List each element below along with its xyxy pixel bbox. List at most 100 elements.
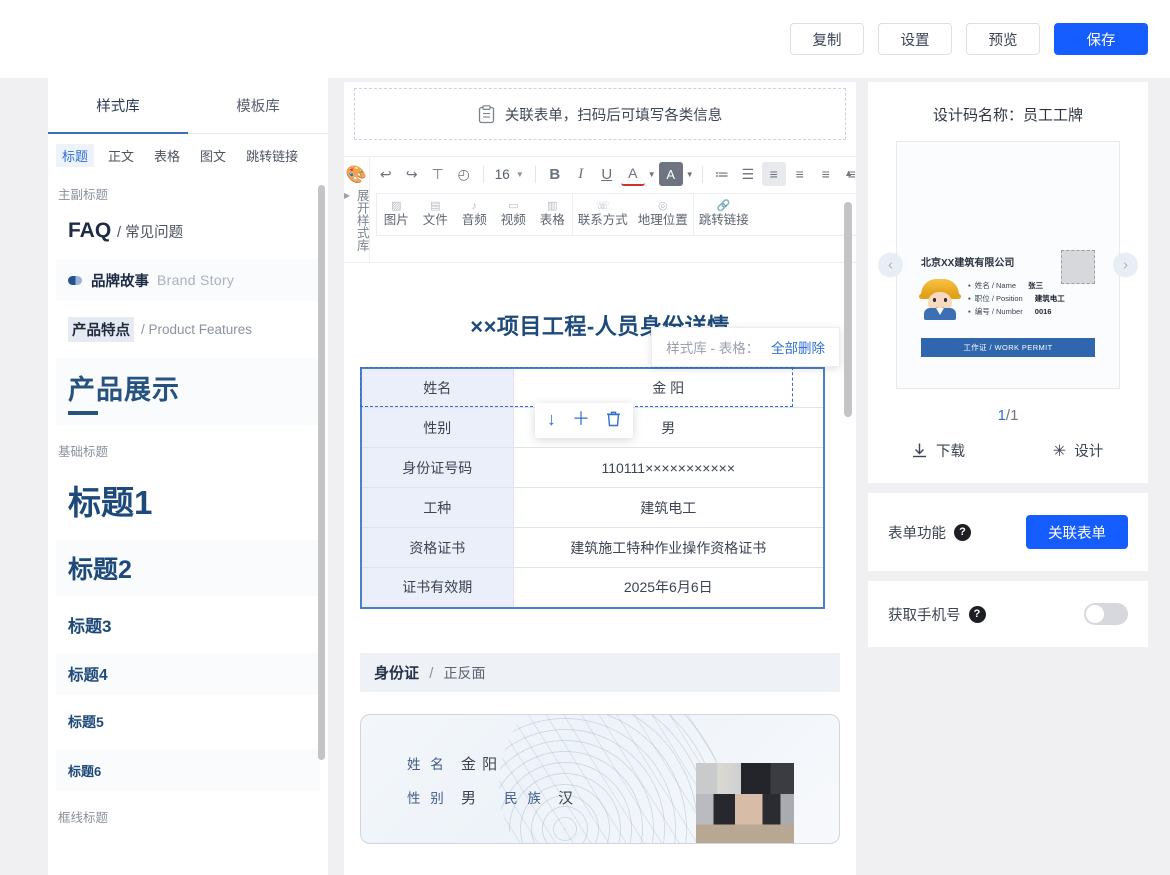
page-total: /1: [1005, 407, 1019, 424]
subtab-title[interactable]: 标题: [56, 144, 95, 167]
style-item-framed-partial[interactable]: [56, 832, 320, 874]
clear-format-icon[interactable]: ⊤: [426, 162, 450, 186]
settings-button[interactable]: 设置: [878, 23, 952, 55]
table-row[interactable]: 证书有效期 2025年6月6日: [360, 567, 825, 608]
table-cell-value[interactable]: 建筑电工: [512, 487, 825, 528]
highlight-color-icon[interactable]: A: [658, 162, 683, 186]
table-row[interactable]: 工种 建筑电工: [360, 487, 825, 528]
table-cell-value[interactable]: 建筑施工特种作业操作资格证书: [512, 527, 825, 568]
insert-file-button[interactable]: ▤ 文件: [416, 194, 455, 235]
design-code-name: 设计码名称：员工工牌: [932, 107, 1083, 124]
insert-video-button[interactable]: ▭ 视频: [494, 194, 533, 235]
badge-field-number: ▪ 编号 / Number 0016: [968, 305, 1065, 318]
italic-icon[interactable]: I: [569, 162, 593, 186]
insert-image-button[interactable]: ▨ 图片: [377, 194, 416, 235]
table-row[interactable]: 身份证号码 110111×××××××××××: [360, 447, 825, 488]
unordered-list-icon[interactable]: ☰: [736, 162, 760, 186]
save-button[interactable]: 保存: [1054, 23, 1148, 55]
badge-position-value: 建筑电工: [1034, 294, 1065, 304]
style-item-heading-4[interactable]: 标题4: [56, 653, 320, 695]
delete-row-icon[interactable]: [606, 410, 621, 431]
move-down-icon[interactable]: ↓: [547, 410, 556, 431]
copy-button[interactable]: 复制: [790, 23, 864, 55]
style-item-product-features[interactable]: 产品特点 / Product Features: [56, 307, 320, 352]
eraser-icon[interactable]: ◴: [452, 162, 476, 186]
carousel-prev-icon[interactable]: ‹: [878, 252, 903, 278]
add-row-icon[interactable]: ＋: [572, 410, 590, 431]
table-cell-value[interactable]: 2025年6月6日: [512, 567, 825, 608]
insert-table-button[interactable]: ▥ 表格: [533, 194, 572, 235]
bullet-icon: ▪: [968, 307, 971, 317]
style-item-heading-6[interactable]: 标题6: [56, 749, 320, 791]
align-right-icon[interactable]: ≡: [814, 162, 838, 186]
design-button[interactable]: ✳ 设计: [1008, 440, 1148, 461]
subtab-jump-link[interactable]: 跳转链接: [240, 144, 304, 167]
style-item-heading-2[interactable]: 标题2: [56, 540, 320, 596]
insert-video-label: 视频: [500, 213, 526, 228]
highlight-color-chevron-icon[interactable]: ▼: [685, 162, 695, 186]
idcard-ethnic-label: 民 族: [504, 790, 544, 806]
ordered-list-icon[interactable]: ≔: [710, 162, 734, 186]
style-item-faq[interactable]: FAQ / 常见问题: [56, 209, 320, 253]
idcard-image[interactable]: 姓 名 金 阳 性 别 男 民 族 汉: [360, 713, 840, 844]
table-cell-value[interactable]: 金 阳: [512, 367, 825, 408]
table-cell-key[interactable]: 身份证号码: [360, 447, 514, 488]
style-item-brand-story[interactable]: 品牌故事 Brand Story: [56, 259, 320, 301]
editor-panel: 关联表单，扫码后可填写各类信息 🎨 ▶ 展开样式库 ↩ ↪ ⊤ ◴ 16 ▼ B…: [344, 82, 856, 875]
phone-capture-toggle[interactable]: [1084, 603, 1128, 625]
font-color-chevron-icon[interactable]: ▼: [647, 162, 657, 186]
link-form-button[interactable]: 关联表单: [1026, 515, 1128, 549]
insert-audio-button[interactable]: ♪ 音频: [455, 194, 494, 235]
undo-icon[interactable]: ↩: [374, 162, 398, 186]
table-row[interactable]: 资格证书 建筑施工特种作业操作资格证书: [360, 527, 825, 568]
font-size-selector[interactable]: 16 ▼: [491, 167, 528, 182]
download-button[interactable]: 下载: [868, 440, 1008, 461]
table-cell-key[interactable]: 姓名: [360, 367, 514, 408]
editor-toolbar: 🎨 ▶ 展开样式库 ↩ ↪ ⊤ ◴ 16 ▼ B I U A ▼ A ▼ ≔ ☰…: [344, 156, 856, 263]
align-left-icon[interactable]: ≡: [761, 162, 786, 186]
tab-template-library[interactable]: 模板库: [188, 78, 328, 133]
link-form-banner[interactable]: 关联表单，扫码后可填写各类信息: [354, 88, 846, 140]
subtab-table[interactable]: 表格: [148, 144, 186, 167]
editor-scroll-up-arrow-icon[interactable]: ▲: [844, 168, 853, 178]
insert-contact-button[interactable]: ☏ 联系方式: [573, 194, 633, 235]
table-cell-key[interactable]: 证书有效期: [360, 567, 514, 608]
help-icon[interactable]: ?: [968, 605, 986, 623]
table-row[interactable]: 姓名 金 阳: [360, 367, 825, 408]
style-item-heading-5[interactable]: 标题5: [56, 701, 320, 743]
table-cell-value[interactable]: 110111×××××××××××: [512, 447, 825, 488]
editor-scrollbar[interactable]: [844, 202, 852, 417]
badge-preview[interactable]: 北京XX建筑有限公司 ▪ 姓名 / Name 张三 ▪ 职位 / Positio…: [896, 141, 1120, 389]
badge-work-permit-band: 工作证 / WORK PERMIT: [921, 338, 1095, 357]
redo-icon[interactable]: ↪: [400, 162, 424, 186]
table-cell-key[interactable]: 工种: [360, 487, 514, 528]
table-style-popup[interactable]: 样式库 - 表格： 全部删除: [651, 326, 840, 367]
carousel-next-icon[interactable]: ›: [1113, 252, 1138, 278]
preview-card: 设计码名称：员工工牌 北京XX建筑有限公司 ▪ 姓名 / Name 张三 ▪ 职…: [868, 82, 1148, 483]
style-list-scrollbar[interactable]: [318, 185, 325, 760]
style-item-product-showcase[interactable]: 产品展示: [56, 358, 320, 425]
style-library-panel: 样式库 模板库 标题 正文 表格 图文 跳转链接 主副标题 FAQ / 常见问题…: [48, 78, 328, 875]
link-icon: 🔗: [716, 200, 731, 212]
help-icon[interactable]: ?: [954, 523, 971, 541]
preview-button[interactable]: 预览: [966, 23, 1040, 55]
delete-all-button[interactable]: 全部删除: [771, 341, 825, 356]
idcard-section-header[interactable]: 身份证 / 正反面: [360, 652, 840, 692]
toolbar-divider: [482, 165, 484, 183]
align-center-icon[interactable]: ≡: [788, 162, 812, 186]
style-item-heading-1[interactable]: 标题1: [56, 466, 320, 534]
table-cell-key[interactable]: 性别: [360, 407, 514, 448]
insert-location-button[interactable]: ◎ 地理位置: [633, 194, 693, 235]
font-color-icon[interactable]: A: [620, 162, 645, 186]
subtab-body[interactable]: 正文: [102, 144, 140, 167]
underline-icon[interactable]: U: [595, 162, 619, 186]
style-item-heading-3[interactable]: 标题3: [56, 602, 320, 647]
table-cell-key[interactable]: 资格证书: [360, 527, 514, 568]
insert-audio-label: 音频: [461, 213, 487, 228]
bold-icon[interactable]: B: [543, 162, 567, 186]
tab-style-library[interactable]: 样式库: [48, 78, 188, 134]
subtab-image-text[interactable]: 图文: [194, 144, 232, 167]
insert-jump-link-button[interactable]: 🔗 跳转链接: [694, 194, 754, 235]
style-heading-4-text: 标题4: [68, 667, 108, 684]
expand-style-library-button[interactable]: 🎨 ▶ 展开样式库: [344, 157, 370, 262]
